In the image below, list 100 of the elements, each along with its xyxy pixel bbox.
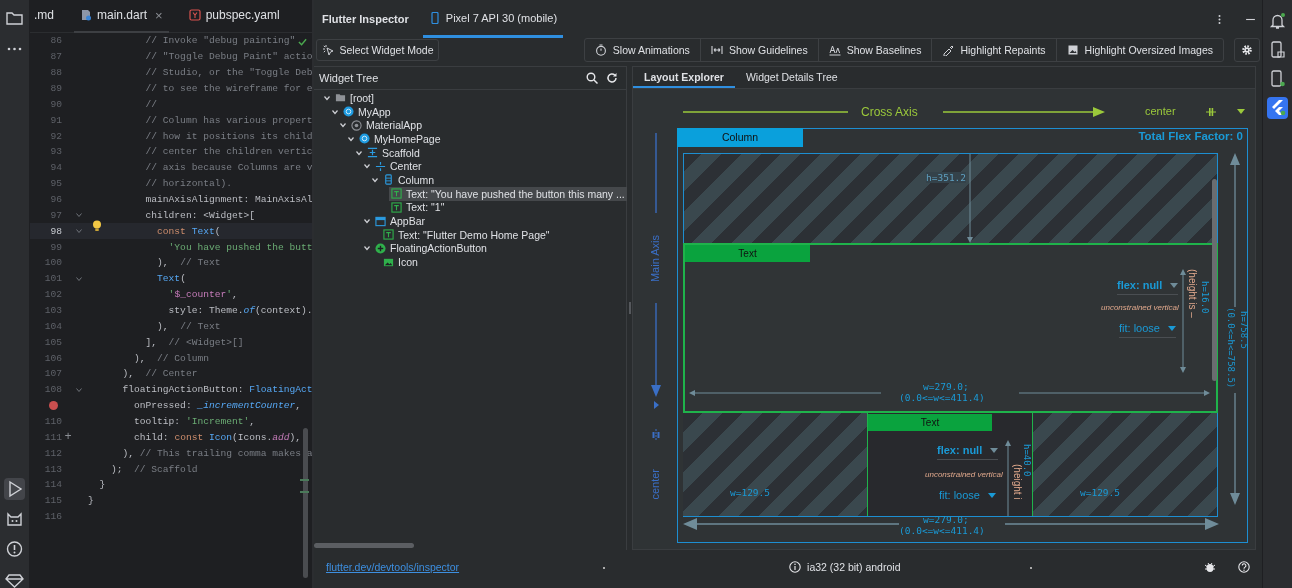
toggle-button[interactable]: Show Baselines	[818, 39, 933, 61]
run-icon[interactable]	[4, 478, 25, 500]
line-number: 99	[50, 241, 62, 253]
fit-dropdown[interactable]: fit: loose	[939, 489, 996, 504]
file-tab[interactable]: .md	[30, 0, 60, 33]
tree-item[interactable]: AppBar	[373, 214, 428, 228]
axis-label: Cross Axis	[861, 105, 918, 119]
line-number: 106	[44, 352, 62, 364]
lightbulb-icon[interactable]	[92, 219, 102, 232]
chevron-icon[interactable]	[355, 148, 363, 157]
code-line: mainAxisAlignment: MainAxisAl	[145, 194, 312, 205]
device-tab[interactable]: Pixel 7 API 30 (mobile)	[422, 0, 564, 38]
tree-item[interactable]: [root]	[333, 91, 376, 105]
panel-title: Widget Tree	[319, 72, 379, 84]
line-number: 97	[50, 209, 62, 221]
line-number: 114	[44, 479, 62, 491]
fold-icon[interactable]	[75, 274, 83, 283]
file-tab[interactable]: main.dart ×	[74, 0, 169, 33]
code-line: ), // Text	[157, 257, 221, 269]
circle-icon	[359, 133, 370, 145]
pointer-icon	[321, 44, 334, 56]
tree-item[interactable]: Scaffold	[365, 145, 422, 160]
chevron-icon[interactable]	[371, 175, 379, 184]
dropdown-icon	[1170, 282, 1179, 288]
height-label: h=758.5	[1239, 311, 1249, 349]
fit-dropdown[interactable]: fit: loose	[1119, 322, 1176, 338]
flex-dropdown[interactable]: flex: null	[937, 444, 999, 460]
code-line: // to see the wireframe for e	[145, 83, 312, 94]
widget-label[interactable]: Text	[868, 414, 992, 431]
flex-factor-label: Total Flex Factor: 0	[1138, 130, 1243, 142]
docs-link[interactable]: flutter.dev/devtools/inspector	[326, 561, 460, 573]
tree-item[interactable]: Text: "Flutter Demo Home Page"	[381, 227, 552, 242]
text-icon	[391, 188, 402, 200]
tree-item[interactable]: FloatingActionButton	[373, 241, 489, 256]
chevron-icon[interactable]	[347, 134, 355, 143]
tree-item[interactable]: MaterialApp	[349, 118, 425, 133]
file-tab[interactable]: pubspec.yaml	[182, 0, 286, 33]
brush-icon	[942, 44, 955, 56]
bug-icon[interactable]	[1204, 561, 1216, 573]
column-icon	[383, 174, 394, 186]
settings-button[interactable]	[1234, 38, 1260, 62]
alignment-value[interactable]: center	[1145, 105, 1176, 117]
line-number: 116	[44, 511, 62, 523]
warning-icon[interactable]	[4, 538, 25, 560]
scrollbar[interactable]	[1212, 179, 1217, 381]
toggle-button[interactable]: Highlight Oversized Images	[1056, 39, 1223, 61]
toggle-button[interactable]: Show Guidelines	[700, 39, 819, 61]
widget-label[interactable]: Text	[685, 245, 810, 262]
scrollbar[interactable]	[314, 543, 414, 548]
image-icon	[1066, 44, 1079, 56]
chevron-icon[interactable]	[363, 217, 371, 226]
dropdown-icon[interactable]	[1237, 109, 1245, 114]
tree-item[interactable]: Center	[373, 159, 424, 174]
fold-icon[interactable]	[75, 385, 83, 394]
change-mark	[300, 479, 309, 481]
image-icon	[383, 256, 394, 268]
text-icon	[391, 201, 402, 213]
flex-dropdown[interactable]: flex: null	[1117, 279, 1179, 295]
height-label: h=16.0	[1200, 281, 1210, 314]
tree-item[interactable]: MyHomePage	[357, 132, 443, 146]
chevron-icon[interactable]	[339, 121, 347, 130]
search-icon[interactable]	[586, 72, 598, 84]
axis-label: Main Axis	[649, 235, 661, 283]
height-note: (height is –	[1187, 269, 1198, 318]
scrollbar[interactable]	[303, 428, 308, 578]
folder-icon	[335, 92, 346, 104]
chevron-icon[interactable]	[323, 93, 331, 102]
fold-icon[interactable]	[75, 227, 83, 236]
refresh-icon[interactable]	[606, 72, 618, 84]
guides-icon	[710, 44, 723, 56]
line-number: 89	[50, 83, 62, 94]
code-line: // Studio, or the "Toggle Deb	[145, 67, 312, 79]
tree-item[interactable]: Icon	[381, 255, 420, 269]
change-mark	[300, 491, 309, 493]
panel-tab[interactable]: Widget Details Tree	[734, 67, 849, 88]
chevron-icon[interactable]	[363, 244, 371, 253]
select-widget-mode-button[interactable]: Select Widget Mode	[316, 39, 439, 61]
toggle-button[interactable]: Highlight Repaints	[932, 39, 1057, 61]
tree-item[interactable]: Text: "1"	[389, 200, 447, 215]
tree-item[interactable]: Text: "You have pushed the button this many ...	[389, 186, 627, 201]
line-number: 91	[50, 114, 62, 126]
widget-label[interactable]: Column	[677, 128, 803, 147]
alignment-icon[interactable]	[1205, 107, 1217, 117]
fold-icon[interactable]	[75, 211, 83, 220]
check-icon	[298, 38, 307, 46]
close-tab-button[interactable]: ×	[155, 7, 163, 23]
tree-item[interactable]: MyApp	[341, 104, 393, 119]
circle-icon	[343, 106, 354, 118]
chevron-icon[interactable]	[331, 107, 339, 116]
chevron-icon[interactable]	[363, 162, 371, 171]
breakpoint-icon[interactable]	[49, 401, 58, 411]
tree-item[interactable]: Column	[381, 173, 437, 187]
help-icon[interactable]	[1238, 561, 1250, 573]
toggle-button[interactable]: Slow Animations	[584, 39, 701, 61]
line-number: 86	[50, 35, 62, 47]
code-line: // Column has various propert	[145, 114, 312, 126]
constraint-note: unconstrained vertical	[1101, 303, 1179, 312]
flutter-icon[interactable]	[1267, 97, 1288, 119]
change-marker[interactable]: +	[64, 430, 72, 445]
gear-icon	[1241, 44, 1253, 56]
